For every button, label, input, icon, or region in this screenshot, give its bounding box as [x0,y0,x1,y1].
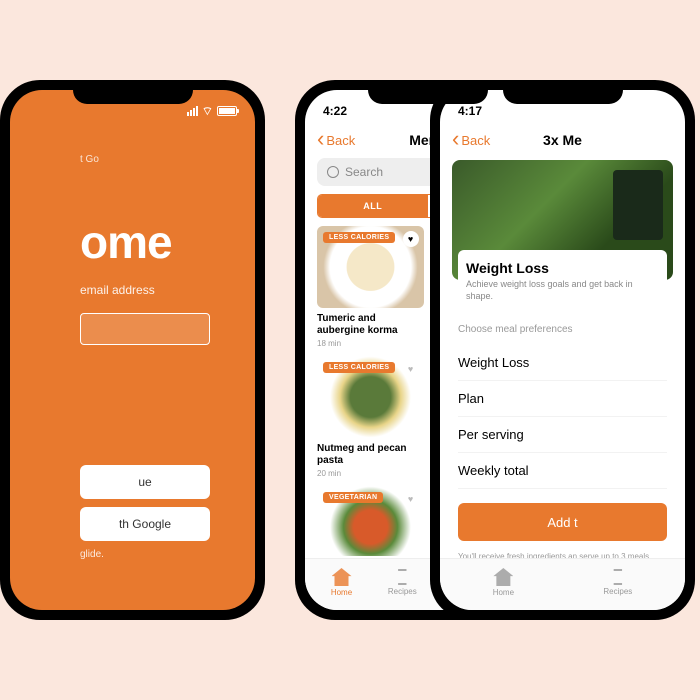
pref-row[interactable]: Weight Loss [458,345,667,381]
recipe-card[interactable]: LESS CALORIES ♥ Tumeric and aubergine kor… [317,226,424,348]
pref-row[interactable]: Plan [458,381,667,417]
badge: LESS CALORIES [323,232,395,243]
recipe-card[interactable]: LESS CALORIES ♥ Nutmeg and pecan pasta 20… [317,356,424,478]
recipe-time: 20 min [317,469,424,478]
nav-home[interactable]: Home [493,568,514,597]
recipe-time: 18 min [317,339,424,348]
google-signin-button[interactable]: th Google [80,507,210,541]
pref-row[interactable]: Weekly total [458,453,667,489]
recipes-icon [611,569,625,585]
clock: 4:22 [323,104,347,118]
tab-bar: Home Recipes [440,558,685,610]
badge: VEGETARIAN [323,492,383,503]
home-icon [493,568,513,586]
nav-recipes[interactable]: Recipes [603,569,632,596]
heart-icon[interactable]: ♥ [403,231,419,247]
brand-label: t Go [80,154,235,165]
email-label: email address [80,283,235,297]
nav-recipes[interactable]: Recipes [388,569,417,596]
plan-title: Weight Loss [466,260,659,276]
welcome-title: ome [80,215,235,269]
back-button[interactable]: Back [452,133,490,148]
plan-subtitle: Achieve weight loss goals and get back i… [466,279,659,302]
add-to-cart-button[interactable]: Add t [458,503,667,541]
pref-row[interactable]: Per serving [458,417,667,453]
preferences-label: Choose meal preferences [458,324,667,335]
recipe-card[interactable]: VEGETARIAN ♥ [317,486,424,556]
signal-icon [187,106,198,116]
back-button[interactable]: Back [317,133,355,148]
recipe-title: Tumeric and aubergine korma [317,313,424,337]
glide-label: glide. [80,549,235,560]
continue-button[interactable]: ue [80,465,210,499]
heart-icon[interactable]: ♥ [403,361,419,377]
recipe-title: Nutmeg and pecan pasta [317,443,424,467]
wifi-icon: ⌔ [202,104,213,119]
page-title: 3x Me [543,132,582,148]
home-icon [332,568,352,586]
heart-icon[interactable]: ♥ [403,491,419,507]
tab-all[interactable]: ALL [318,195,428,217]
clock: 4:17 [458,104,482,118]
badge: LESS CALORIES [323,362,395,373]
email-field[interactable] [80,313,210,345]
battery-icon [217,106,237,116]
nav-home[interactable]: Home [331,568,352,597]
recipes-icon [395,569,409,585]
